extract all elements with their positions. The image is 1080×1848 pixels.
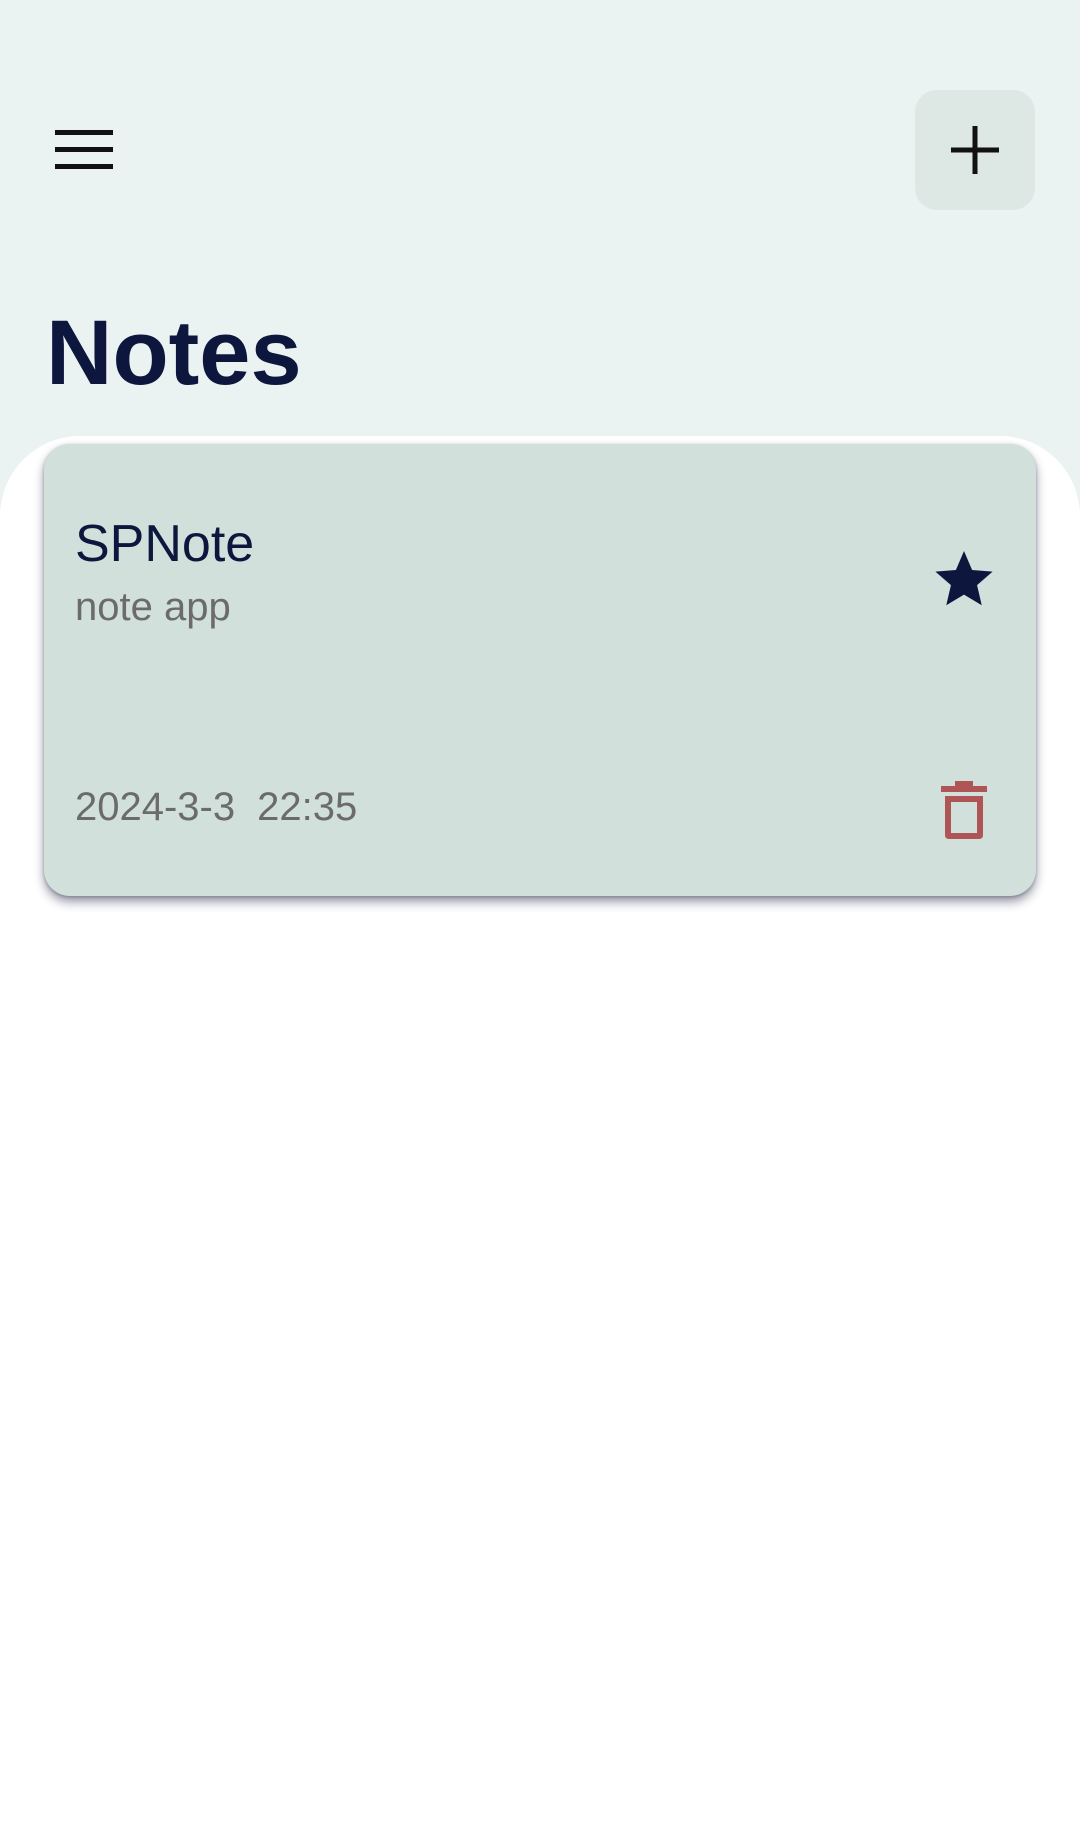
note-time: 22:35 xyxy=(257,785,358,829)
note-content-preview: note app xyxy=(75,585,231,629)
plus-icon xyxy=(951,126,999,174)
delete-button[interactable] xyxy=(928,774,1000,846)
note-date: 2024-3-3 xyxy=(75,785,236,829)
add-note-button[interactable] xyxy=(915,90,1035,210)
note-datetime: 2024-3-3 22:35 xyxy=(75,782,357,832)
page-title: Notes xyxy=(46,302,302,404)
star-icon xyxy=(935,551,993,606)
hamburger-menu-icon xyxy=(55,130,113,169)
trash-icon xyxy=(941,781,987,839)
note-card[interactable]: SPNote note app 2024-3-3 22:35 xyxy=(44,444,1036,896)
note-title: SPNote xyxy=(75,515,255,573)
favorite-button[interactable] xyxy=(924,538,1004,618)
menu-button[interactable] xyxy=(36,112,132,188)
